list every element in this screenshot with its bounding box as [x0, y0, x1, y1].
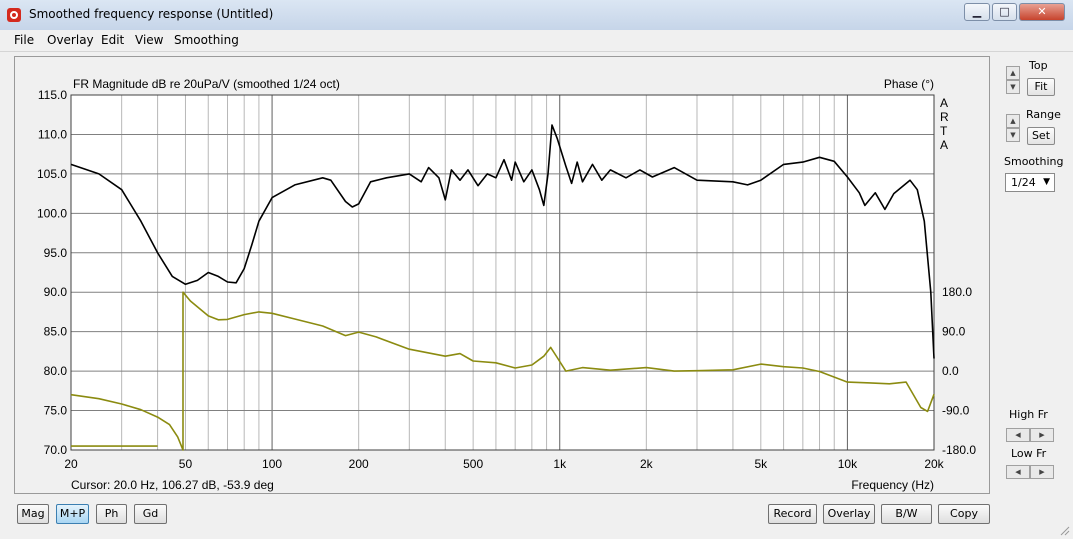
copy-button[interactable]: Copy: [938, 504, 990, 524]
range-down-spin[interactable]: ▼: [1006, 128, 1020, 142]
x-tick-label: 20k: [924, 457, 944, 471]
y-tick-label: 110.0: [38, 127, 67, 141]
bw-button[interactable]: B/W: [881, 504, 932, 524]
phase-tick-label: 0.0: [942, 364, 959, 378]
smoothing-label: Smoothing: [1004, 155, 1064, 168]
y-tick-label: 75.0: [44, 404, 68, 418]
set-button[interactable]: Set: [1027, 127, 1055, 145]
x-tick-label: 50: [179, 457, 193, 471]
top-label: Top: [1029, 59, 1048, 72]
high-fr-label: High Fr: [1009, 408, 1048, 421]
watermark-letter: T: [940, 124, 948, 138]
x-tick-label: 100: [262, 457, 282, 471]
overlay-button[interactable]: Overlay: [823, 504, 875, 524]
frequency-response-chart: 115.0 110.0 105.0 100.0 95.0 90.0 85.0 80.0 75.0…: [37, 77, 976, 492]
watermark-letter: R: [940, 110, 949, 124]
x-axis-label: Frequency (Hz): [851, 478, 934, 492]
mag-button[interactable]: Mag: [17, 504, 49, 524]
smoothing-select[interactable]: 1/24 ▼: [1005, 173, 1055, 192]
x-tick-label: 5k: [754, 457, 768, 471]
watermark-letter: A: [940, 138, 948, 152]
phase-tick-label: -90.0: [942, 404, 970, 418]
phase-tick-label: -180.0: [942, 443, 976, 457]
low-fr-label: Low Fr: [1011, 447, 1047, 460]
mag-phase-button[interactable]: M+P: [56, 504, 89, 524]
x-tick-label: 20: [64, 457, 78, 471]
range-label: Range: [1026, 108, 1061, 121]
phase-axis-title: Phase (°): [884, 77, 934, 91]
x-tick-label: 2k: [640, 457, 654, 471]
x-tick-label: 10k: [838, 457, 858, 471]
smoothing-value: 1/24: [1011, 176, 1036, 189]
y-tick-label: 80.0: [44, 364, 68, 378]
chevron-down-icon: ▼: [1043, 177, 1050, 187]
phase-button[interactable]: Ph: [96, 504, 127, 524]
y-tick-label: 105.0: [37, 167, 67, 181]
phase-tick-label: 90.0: [942, 325, 966, 339]
top-down-spin[interactable]: ▼: [1006, 80, 1020, 94]
high-fr-left-button[interactable]: ◀: [1006, 428, 1030, 442]
y-tick-label: 100.0: [37, 206, 67, 220]
y-tick-label: 95.0: [44, 246, 68, 260]
top-up-spin[interactable]: ▲: [1006, 66, 1020, 80]
y-tick-label: 90.0: [44, 285, 68, 299]
resize-grip-icon[interactable]: [1060, 526, 1070, 536]
x-tick-label: 500: [463, 457, 483, 471]
low-fr-right-button[interactable]: ▶: [1030, 465, 1054, 479]
y-tick-label: 85.0: [44, 325, 68, 339]
range-up-spin[interactable]: ▲: [1006, 114, 1020, 128]
y-tick-label: 115.0: [38, 88, 67, 102]
x-tick-label: 200: [349, 457, 369, 471]
cursor-readout: Cursor: 20.0 Hz, 106.27 dB, -53.9 deg: [71, 478, 274, 492]
fit-button[interactable]: Fit: [1027, 78, 1055, 96]
plot-title: FR Magnitude dB re 20uPa/V (smoothed 1/2…: [73, 77, 340, 91]
plot-background: [71, 95, 934, 450]
phase-tick-label: 180.0: [942, 285, 972, 299]
high-fr-right-button[interactable]: ▶: [1030, 428, 1054, 442]
x-tick-label: 1k: [553, 457, 567, 471]
y-tick-label: 70.0: [44, 443, 68, 457]
watermark-letter: A: [940, 96, 948, 110]
low-fr-left-button[interactable]: ◀: [1006, 465, 1030, 479]
record-button[interactable]: Record: [768, 504, 817, 524]
group-delay-button[interactable]: Gd: [134, 504, 167, 524]
